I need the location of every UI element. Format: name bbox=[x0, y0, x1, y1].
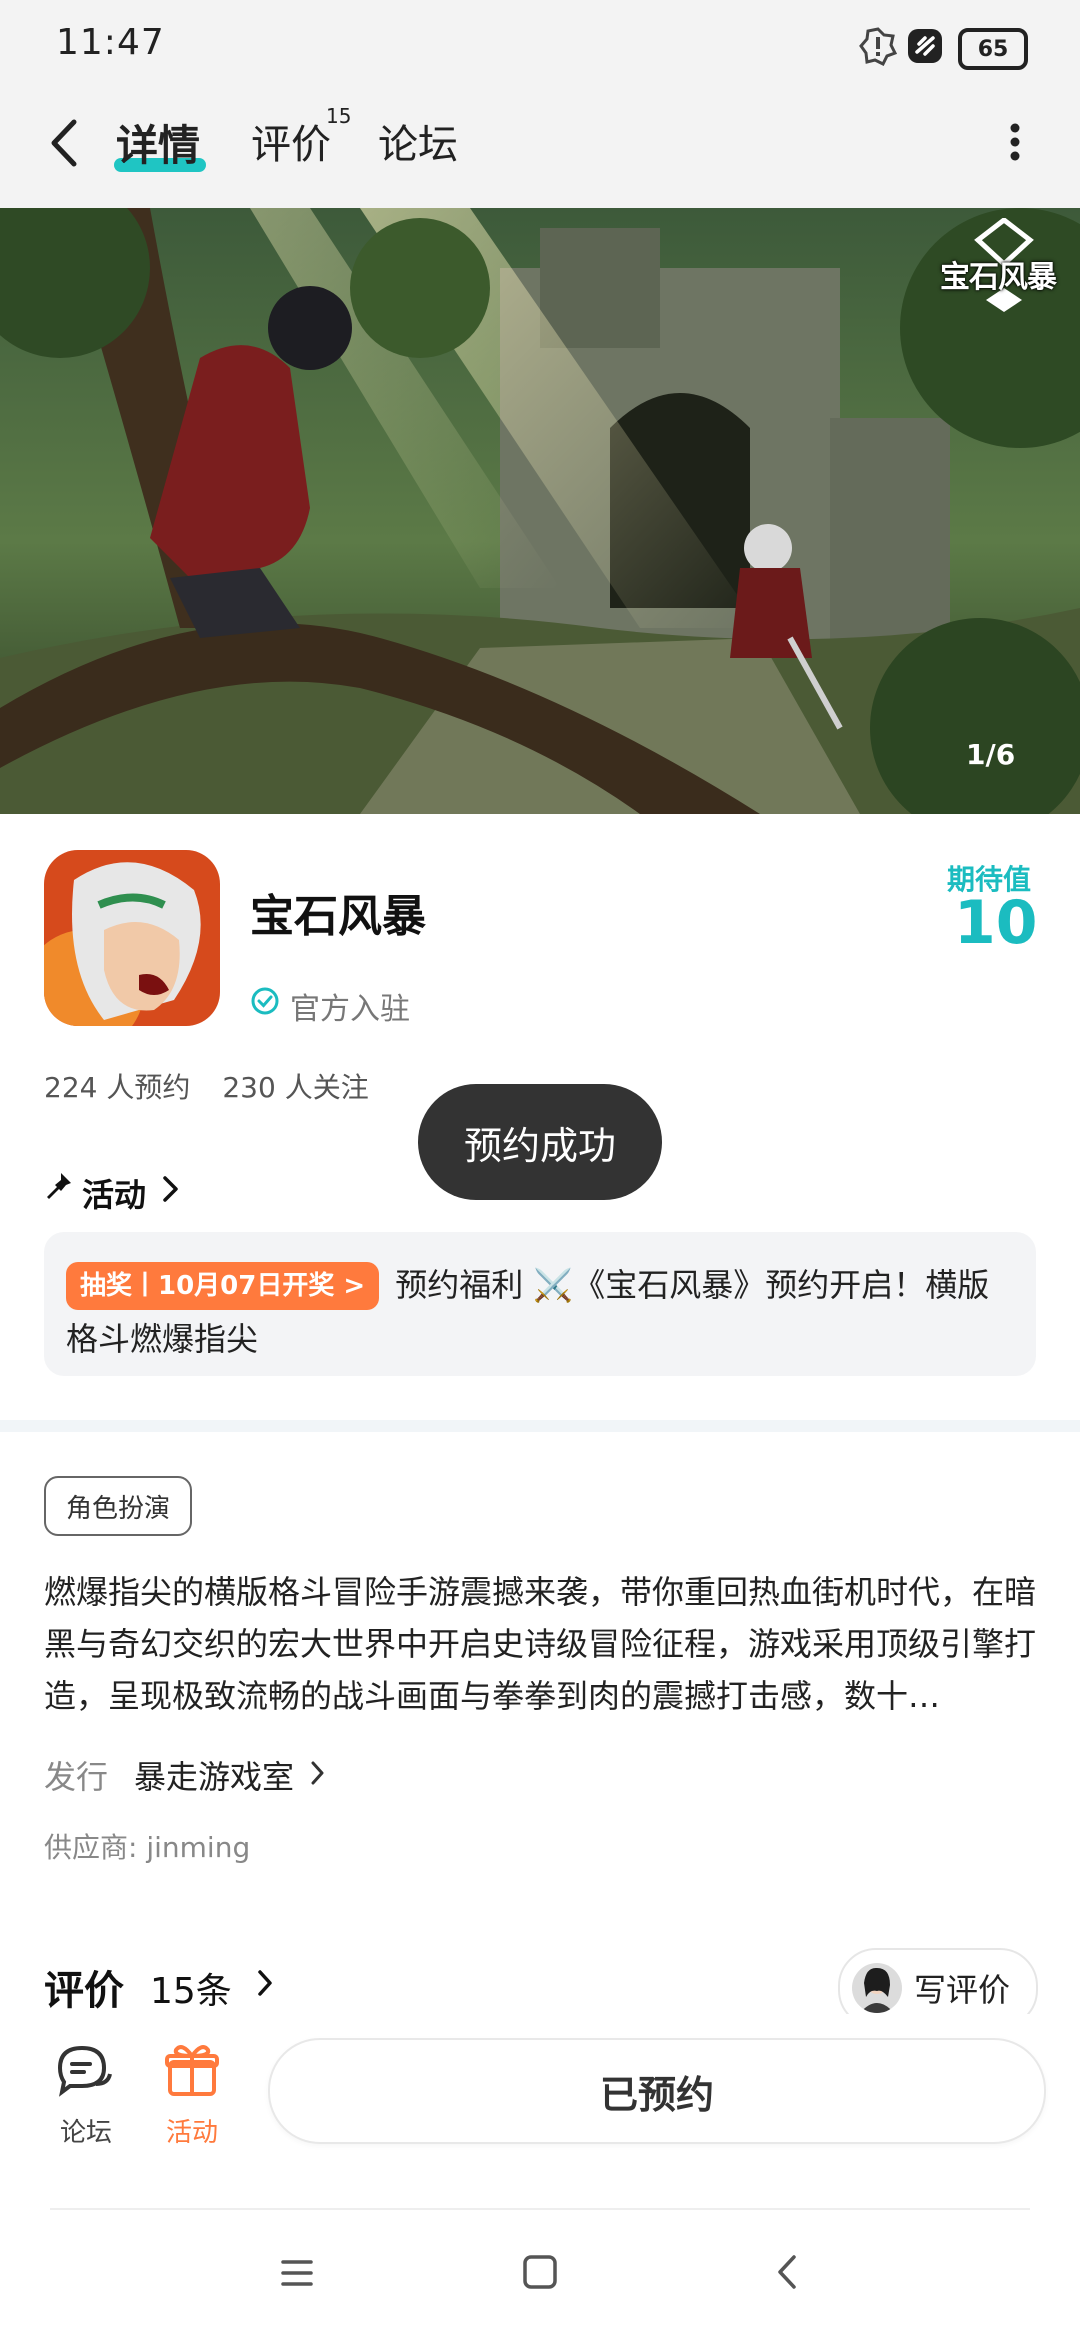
supplier-text: 供应商: jinming bbox=[44, 1831, 251, 1864]
back-arrow-icon bbox=[51, 119, 77, 167]
reviews-count[interactable]: 15条 bbox=[150, 1962, 232, 2014]
notification-alert-icon bbox=[858, 24, 898, 68]
tab-review[interactable]: 评价 bbox=[251, 112, 331, 170]
game-description[interactable]: 燃爆指尖的横版格斗冒险手游震撼来袭，带你重回热血街机时代，在暗黑与奇幻交织的宏大… bbox=[44, 1566, 1038, 1722]
chevron-right-icon[interactable] bbox=[256, 1966, 274, 2000]
publisher-link[interactable]: 暴走游戏室 bbox=[134, 1752, 294, 1798]
reserved-button[interactable]: 已预约 bbox=[268, 2038, 1046, 2144]
follow-count: 230 人关注 bbox=[222, 1071, 369, 1104]
publisher-label: 发行 bbox=[44, 1758, 109, 1796]
tab-detail[interactable]: 详情 bbox=[116, 112, 200, 173]
review-count-badge: 15 bbox=[326, 104, 352, 128]
tab-forum[interactable]: 论坛 bbox=[378, 112, 458, 170]
section-divider bbox=[0, 1420, 1080, 1432]
verified-check-icon bbox=[250, 986, 280, 1016]
bottom-divider bbox=[50, 2208, 1030, 2210]
status-time: 11:47 bbox=[56, 22, 165, 63]
back-button[interactable] bbox=[40, 108, 90, 178]
official-label: 官方入驻 bbox=[290, 992, 410, 1027]
forum-chat-icon bbox=[57, 2045, 112, 2097]
reviews-section-title[interactable]: 评价 bbox=[44, 1958, 124, 2016]
user-avatar bbox=[852, 1963, 902, 2013]
more-vertical-icon bbox=[1010, 123, 1020, 161]
success-toast: 预约成功 bbox=[418, 1084, 662, 1200]
carousel-counter: 1/6 bbox=[966, 738, 1016, 771]
activity-tab-label[interactable]: 活动 bbox=[166, 2112, 218, 2149]
gift-icon bbox=[165, 2045, 219, 2096]
write-review-label: 写评价 bbox=[914, 1971, 1011, 2009]
no-disturb-icon bbox=[904, 24, 946, 68]
reservation-count: 224 人预约 bbox=[44, 1071, 191, 1104]
more-options-button[interactable] bbox=[1000, 112, 1030, 172]
genre-tag[interactable]: 角色扮演 bbox=[44, 1476, 193, 1536]
game-title: 宝石风暴 bbox=[250, 891, 426, 942]
screenshot-carousel[interactable] bbox=[0, 208, 1080, 814]
game-logo-text: 宝石风暴 bbox=[940, 260, 1057, 295]
game-app-icon bbox=[44, 850, 220, 1026]
menu-icon[interactable] bbox=[280, 2256, 314, 2290]
chevron-right-icon[interactable] bbox=[310, 1760, 326, 1786]
nav-back-icon[interactable] bbox=[774, 2252, 802, 2292]
battery-indicator: 65 bbox=[958, 28, 1028, 70]
lottery-badge[interactable]: 抽奖丨10月07日开奖 > bbox=[66, 1262, 380, 1310]
activity-section-title[interactable]: 活动 bbox=[82, 1170, 146, 1216]
game-screenshot-image bbox=[0, 208, 1080, 814]
activity-gift-button[interactable] bbox=[162, 2040, 222, 2100]
chevron-right-icon[interactable] bbox=[160, 1172, 182, 1206]
home-square-icon[interactable] bbox=[522, 2254, 558, 2290]
activity-card-content[interactable]: 抽奖丨10月07日开奖 > 预约福利 ⚔️《宝石风暴》预约开启！横版格斗燃爆指尖 bbox=[66, 1258, 1016, 1366]
game-stats: 224 人预约 230 人关注 bbox=[44, 1066, 401, 1106]
forum-label[interactable]: 论坛 bbox=[60, 2112, 112, 2149]
pin-icon bbox=[44, 1170, 74, 1200]
expectation-score: 10 bbox=[954, 888, 1038, 958]
